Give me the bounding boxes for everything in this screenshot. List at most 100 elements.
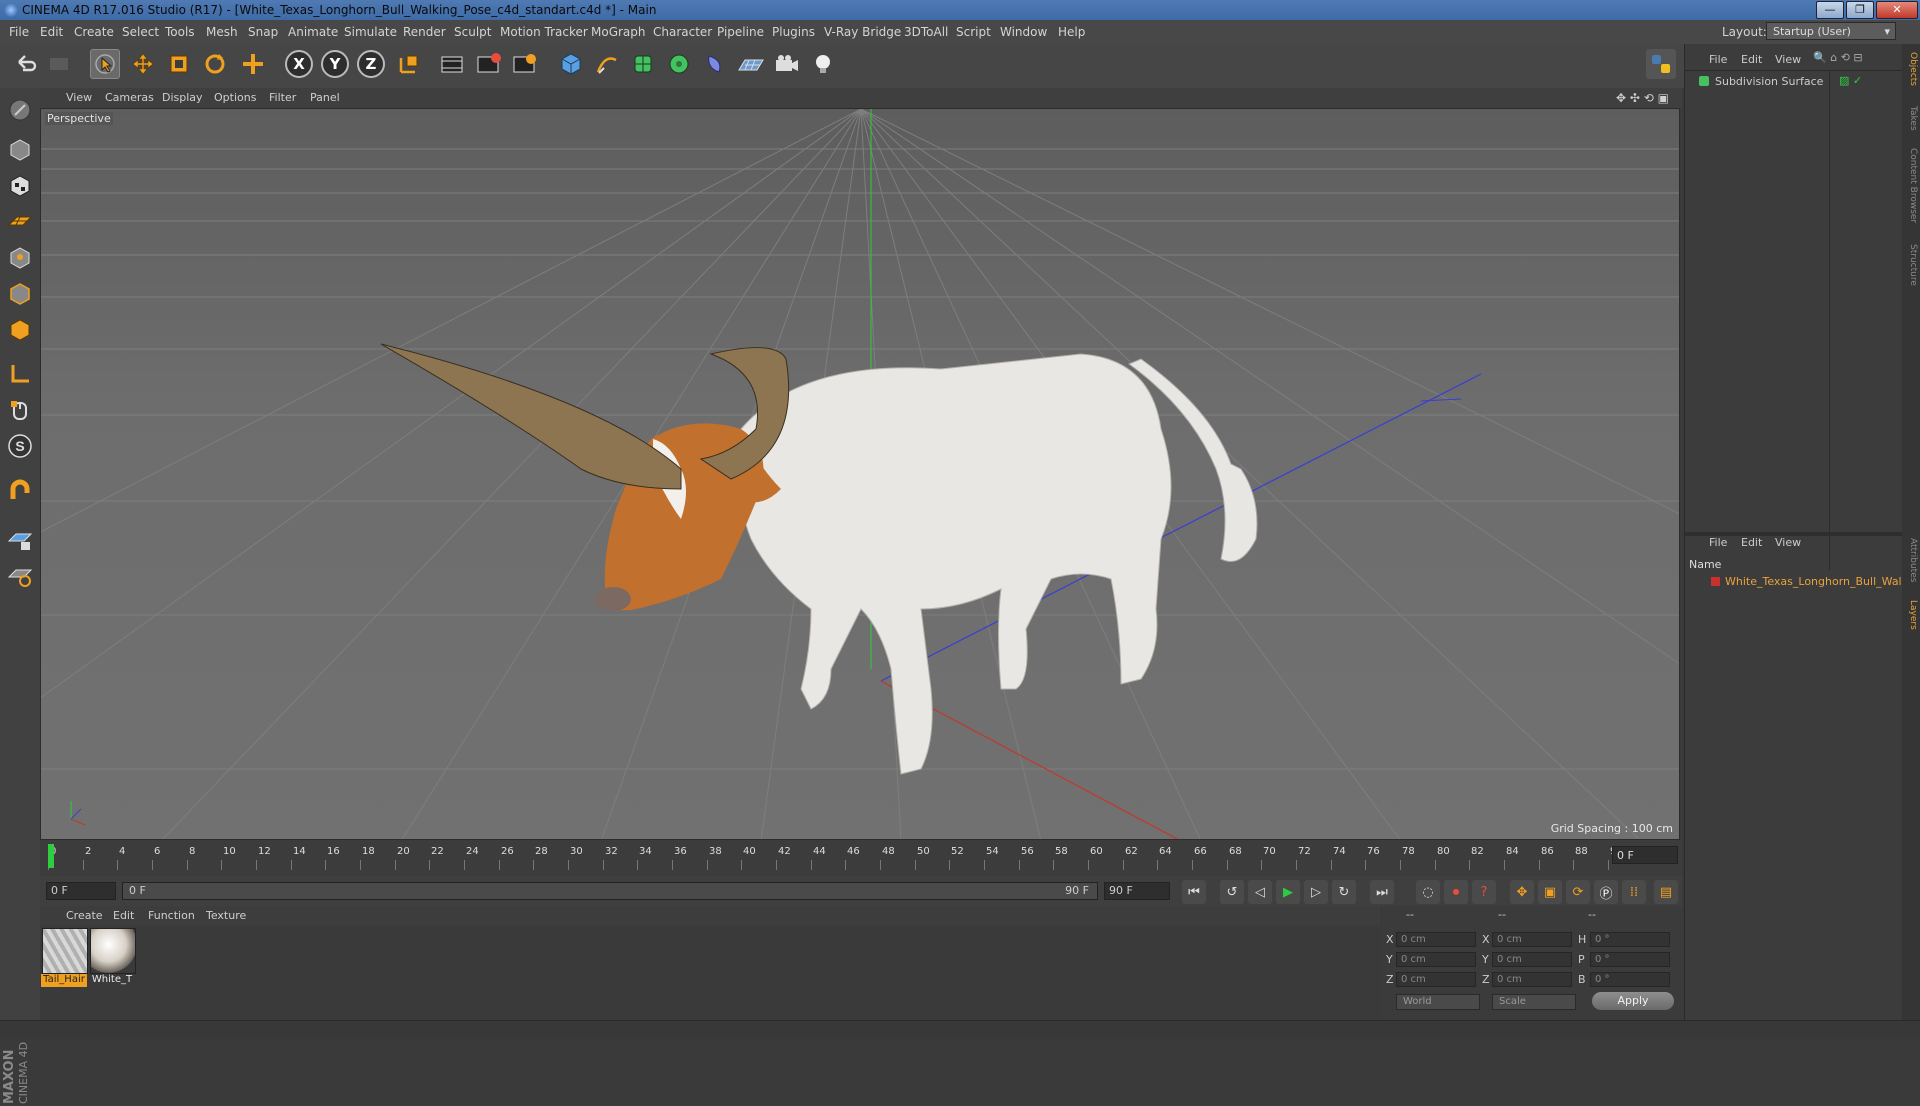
- menu-character[interactable]: Character: [653, 25, 712, 39]
- frame-ruler[interactable]: 0246810121416182022242628303234363840424…: [48, 844, 1623, 870]
- menu-animate[interactable]: Animate: [288, 25, 338, 39]
- layer-row[interactable]: White_Texas_Longhorn_Bull_Walk: [1689, 574, 1901, 590]
- menu-file[interactable]: File: [9, 25, 29, 39]
- menu-snap[interactable]: Snap: [248, 25, 278, 39]
- menu-edit[interactable]: Edit: [40, 25, 63, 39]
- bull-model[interactable]: [380, 343, 1258, 775]
- menu-window[interactable]: Window: [1000, 25, 1047, 39]
- material-menu-edit[interactable]: Edit: [113, 909, 134, 922]
- menu-mograph[interactable]: MoGraph: [591, 25, 646, 39]
- tab-attributes[interactable]: Attributes: [1904, 538, 1918, 582]
- render-picture-viewer-icon[interactable]: [474, 49, 504, 79]
- viewport-menu-filter[interactable]: Filter: [269, 91, 296, 104]
- play-forward-icon[interactable]: ▶: [1276, 880, 1300, 904]
- layers-menu-file[interactable]: File: [1709, 536, 1727, 549]
- key-rotation-icon[interactable]: ⟳: [1566, 880, 1590, 904]
- make-editable-icon[interactable]: [4, 94, 36, 126]
- live-selection-icon[interactable]: [90, 49, 120, 79]
- maximize-button[interactable]: ❐: [1846, 1, 1874, 19]
- quantize-icon[interactable]: [4, 560, 36, 592]
- viewport-menu-cameras[interactable]: Cameras: [105, 91, 154, 104]
- layout-select[interactable]: Startup (User) ▾: [1766, 22, 1896, 40]
- scale-icon[interactable]: [164, 49, 194, 79]
- material-label[interactable]: White_T: [89, 974, 135, 987]
- material-menu-function[interactable]: Function: [148, 909, 195, 922]
- previous-frame-icon[interactable]: ◁: [1248, 880, 1272, 904]
- close-button[interactable]: ✕: [1876, 1, 1918, 19]
- tab-content-browser[interactable]: Content Browser: [1904, 148, 1918, 223]
- coordinate-system-icon[interactable]: [394, 49, 424, 79]
- key-scale-icon[interactable]: ▣: [1538, 880, 1562, 904]
- rotation-b-field[interactable]: 0 °: [1590, 972, 1670, 987]
- timeline-window-icon[interactable]: ▤: [1654, 880, 1678, 904]
- position-x-field[interactable]: 0 cm: [1396, 932, 1476, 947]
- z-axis-icon[interactable]: Z: [356, 49, 386, 79]
- menu-select[interactable]: Select: [122, 25, 159, 39]
- material-swatch-white-t[interactable]: [90, 928, 136, 974]
- record-keys-disabled-icon[interactable]: ◌: [1416, 880, 1440, 904]
- current-frame-field[interactable]: 0 F: [1612, 846, 1678, 864]
- points-mode-icon[interactable]: [4, 242, 36, 274]
- menu-create[interactable]: Create: [74, 25, 114, 39]
- move-icon[interactable]: [128, 49, 158, 79]
- menu-motion-tracker[interactable]: Motion Tracker: [500, 25, 588, 39]
- key-pla-icon[interactable]: ⁞⁞: [1622, 880, 1646, 904]
- python-icon[interactable]: [1646, 49, 1676, 79]
- previous-key-icon[interactable]: ↺: [1220, 880, 1244, 904]
- timeline-ruler[interactable]: 0246810121416182022242628303234363840424…: [40, 840, 1682, 876]
- layers-menu-edit[interactable]: Edit: [1741, 536, 1762, 549]
- polygons-mode-icon[interactable]: [4, 314, 36, 346]
- size-x-field[interactable]: 0 cm: [1492, 932, 1572, 947]
- objects-menu-file[interactable]: File: [1709, 53, 1727, 66]
- menu-pipeline[interactable]: Pipeline: [717, 25, 764, 39]
- undo-icon[interactable]: [10, 49, 40, 79]
- objects-menu-edit[interactable]: Edit: [1741, 53, 1762, 66]
- rotate-icon[interactable]: [200, 49, 230, 79]
- viewport-menu-options[interactable]: Options: [214, 91, 256, 104]
- light-icon[interactable]: [808, 49, 838, 79]
- menu-vray-bridge[interactable]: V-Ray Bridge: [824, 25, 901, 39]
- material-label[interactable]: Tail_Hair: [41, 974, 87, 987]
- material-menu-texture[interactable]: Texture: [206, 909, 246, 922]
- next-key-icon[interactable]: ↻: [1332, 880, 1356, 904]
- minimize-button[interactable]: —: [1816, 1, 1844, 19]
- model-mode-icon[interactable]: [4, 134, 36, 166]
- object-row-subdivision-surface[interactable]: Subdivision Surface ▨ ✓: [1689, 74, 1899, 90]
- record-active-objects-icon[interactable]: ⏺: [1444, 880, 1468, 904]
- apply-button[interactable]: Apply: [1592, 992, 1674, 1010]
- position-y-field[interactable]: 0 cm: [1396, 952, 1476, 967]
- menu-mesh[interactable]: Mesh: [206, 25, 238, 39]
- y-axis-icon[interactable]: Y: [320, 49, 350, 79]
- key-parameter-icon[interactable]: Ⓟ: [1594, 880, 1618, 904]
- render-view-icon[interactable]: [438, 49, 468, 79]
- viewport-nav-icons[interactable]: ✥ ✣ ⟲ ▣: [1616, 91, 1669, 105]
- x-axis-icon[interactable]: X: [284, 49, 314, 79]
- go-to-end-icon[interactable]: ⏭: [1370, 880, 1394, 904]
- render-settings-icon[interactable]: [510, 49, 540, 79]
- menu-render[interactable]: Render: [403, 25, 446, 39]
- rotation-h-field[interactable]: 0 °: [1590, 932, 1670, 947]
- snap-icon[interactable]: S: [4, 430, 36, 462]
- viewport-menu-panel[interactable]: Panel: [310, 91, 340, 104]
- size-y-field[interactable]: 0 cm: [1492, 952, 1572, 967]
- tweak-mode-icon[interactable]: [4, 394, 36, 426]
- deformer-icon[interactable]: [700, 49, 730, 79]
- next-frame-icon[interactable]: ▷: [1304, 880, 1328, 904]
- magnet-icon[interactable]: [4, 476, 36, 508]
- floor-icon[interactable]: [736, 49, 766, 79]
- cloner-icon[interactable]: [664, 49, 694, 79]
- subdivision-surface-icon[interactable]: [628, 49, 658, 79]
- autokeying-icon[interactable]: ?: [1472, 880, 1496, 904]
- menu-script[interactable]: Script: [956, 25, 991, 39]
- viewport-menu-display[interactable]: Display: [162, 91, 203, 104]
- menu-sculpt[interactable]: Sculpt: [454, 25, 491, 39]
- camera-label[interactable]: Perspective: [45, 112, 113, 125]
- menu-plugins[interactable]: Plugins: [772, 25, 815, 39]
- menu-3dtoall[interactable]: 3DToAll: [904, 25, 948, 39]
- edges-mode-icon[interactable]: [4, 278, 36, 310]
- playhead[interactable]: [48, 844, 54, 868]
- material-menu-create[interactable]: Create: [66, 909, 103, 922]
- pen-spline-icon[interactable]: [592, 49, 622, 79]
- size-z-field[interactable]: 0 cm: [1492, 972, 1572, 987]
- camera-icon[interactable]: [772, 49, 802, 79]
